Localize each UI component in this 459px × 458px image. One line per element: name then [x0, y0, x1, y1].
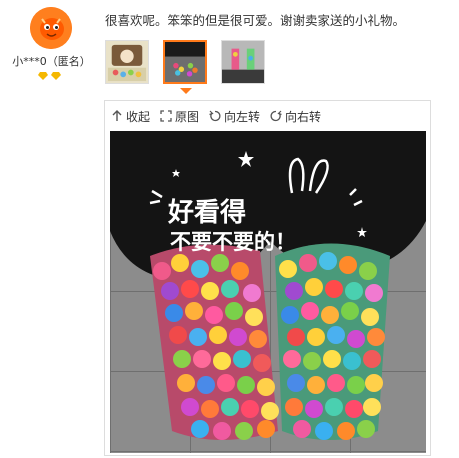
rotate-left-label: 向左转 — [224, 109, 261, 124]
arrow-up-icon — [112, 110, 122, 121]
diamond-icon — [38, 72, 48, 80]
user-avatar[interactable] — [30, 7, 72, 49]
photo-thumbnail-icon — [106, 41, 148, 83]
diamond-icon — [51, 72, 61, 80]
image-viewer: 收起 原图 向左转 向右转 好看得 不要不要的！ — [104, 100, 431, 456]
original-image-label: 原图 — [175, 109, 200, 124]
original-image-button[interactable]: 原图 — [160, 108, 199, 125]
rotate-right-label: 向右转 — [285, 109, 322, 124]
collapse-label: 收起 — [126, 109, 151, 124]
photo-thumbnail-icon — [165, 42, 205, 82]
collapse-button[interactable]: 收起 — [111, 108, 150, 125]
caption-line-1: 好看得 — [167, 198, 246, 228]
image-toolbar: 收起 原图 向左转 向右转 — [105, 101, 430, 131]
expand-icon — [160, 110, 172, 122]
review-thumbnail-1[interactable] — [105, 40, 149, 84]
photo-thumbnail-icon — [222, 41, 264, 83]
rotate-left-button[interactable]: 向左转 — [209, 108, 260, 125]
review-text: 很喜欢呢。笨笨的但是很可爱。谢谢卖家送的小礼物。 — [105, 13, 406, 28]
rotate-right-button[interactable]: 向右转 — [270, 108, 321, 125]
review-thumbnail-3[interactable] — [221, 40, 265, 84]
pompom-socks-photo: 好看得 不要不要的！ — [110, 131, 426, 453]
rotate-left-icon — [209, 110, 221, 122]
selected-thumbnail-indicator — [180, 88, 192, 94]
username[interactable]: 小***0（匿名） — [0, 53, 103, 69]
caption-line-2: 不要不要的！ — [170, 230, 296, 254]
review-thumbnail-2[interactable] — [163, 40, 207, 84]
avatar-mascot-icon — [30, 7, 72, 49]
review-photo[interactable]: 好看得 不要不要的！ — [110, 131, 426, 453]
rotate-right-icon — [270, 110, 282, 122]
